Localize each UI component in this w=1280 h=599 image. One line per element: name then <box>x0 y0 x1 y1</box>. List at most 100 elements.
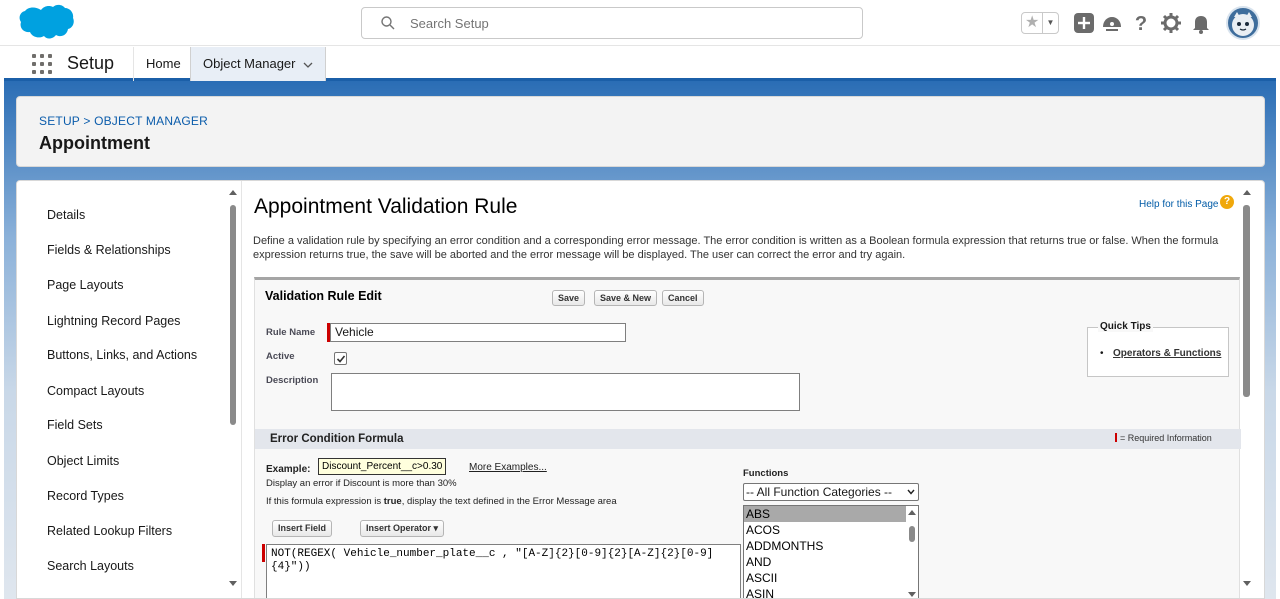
formula-editor[interactable]: NOT(REGEX( Vehicle_number_plate__c , "[A… <box>266 544 741 598</box>
quick-tips-title: Quick Tips <box>1098 321 1153 332</box>
checkmark-icon <box>336 355 346 363</box>
sidebar-scroll-thumb[interactable] <box>230 205 236 425</box>
functions-list[interactable]: ABS ACOS ADDMONTHS AND ASCII ASIN <box>743 505 919 598</box>
page-title: Appointment <box>39 133 150 153</box>
sidebar-item-object-limits[interactable]: Object Limits <box>47 454 119 468</box>
function-item[interactable]: AND <box>744 554 918 570</box>
sidebar-item-details[interactable]: Details <box>47 208 85 222</box>
gear-icon[interactable] <box>1159 11 1183 35</box>
sidebar-item-lightning-record-pages[interactable]: Lightning Record Pages <box>47 314 180 328</box>
function-item[interactable]: ABS <box>744 506 918 522</box>
rule-name-input[interactable]: Vehicle <box>330 323 626 342</box>
sidebar-item-compact-layouts[interactable]: Compact Layouts <box>47 384 144 398</box>
tab-object-manager-label: Object Manager <box>203 56 296 71</box>
cancel-button[interactable]: Cancel <box>662 290 704 306</box>
svg-text:?: ? <box>1135 13 1147 35</box>
salesforce-logo[interactable] <box>18 4 74 42</box>
chevron-down-icon[interactable] <box>303 60 313 70</box>
favorites-dropdown-icon[interactable]: ▼ <box>1042 13 1058 33</box>
insert-field-button[interactable]: Insert Field <box>272 520 333 537</box>
rule-description-text: Define a validation rule by specifying a… <box>253 235 1219 261</box>
functions-scroll-down-icon[interactable] <box>908 592 916 597</box>
functions-scroll-thumb[interactable] <box>909 526 915 542</box>
main-scroll-up-icon[interactable] <box>1243 190 1251 195</box>
example-code: Discount_Percent__c>0.30 <box>318 458 447 475</box>
help-for-page-link[interactable]: Help for this Page <box>1139 199 1219 210</box>
sidebar-item-related-lookup-filters[interactable]: Related Lookup Filters <box>47 524 172 538</box>
insert-operator-button[interactable]: Insert Operator ▾ <box>360 520 445 537</box>
error-condition-section-header: Error Condition Formula = Required Infor… <box>255 429 1241 449</box>
star-icon: ★ <box>1025 14 1040 31</box>
operators-functions-link[interactable]: Operators & Functions <box>1113 348 1221 359</box>
formula-hint-pre: If this formula expression is <box>266 496 384 507</box>
search-icon <box>381 16 395 30</box>
description-textarea[interactable] <box>331 373 800 411</box>
object-manager-body: Details Fields & Relationships Page Layo… <box>16 180 1265 599</box>
quick-tips-box: Quick Tips • Operators & Functions <box>1087 321 1229 377</box>
save-button[interactable]: Save <box>552 290 586 306</box>
functions-scrollbar[interactable] <box>906 506 918 598</box>
formula-hint: If this formula expression is true, disp… <box>266 496 617 507</box>
required-info: = Required Information <box>1115 433 1212 443</box>
sidebar-item-field-sets[interactable]: Field Sets <box>47 418 103 432</box>
functions-label: Functions <box>743 468 789 479</box>
notification-bell-icon[interactable] <box>1189 11 1213 35</box>
more-examples-link[interactable]: More Examples... <box>469 462 547 473</box>
sidebar-item-page-layouts[interactable]: Page Layouts <box>47 278 123 292</box>
validation-rule-edit-block: Validation Rule Edit Save Save & New Can… <box>254 277 1241 598</box>
function-item[interactable]: ASCII <box>744 570 918 586</box>
content-title: Appointment Validation Rule <box>254 195 518 218</box>
avatar-astro-icon <box>1232 12 1254 36</box>
main-scroll-thumb[interactable] <box>1243 205 1250 397</box>
global-header: ★ ▼ ? <box>0 0 1280 46</box>
function-category-value: -- All Function Categories -- <box>746 485 893 499</box>
search-input[interactable] <box>410 13 840 33</box>
chevron-down-icon <box>907 489 915 495</box>
sidebar-item-search-layouts[interactable]: Search Layouts <box>47 559 134 573</box>
page-header: SETUP > OBJECT MANAGER Appointment <box>16 96 1265 167</box>
search-box[interactable] <box>361 7 863 39</box>
sidebar-item-buttons-links-actions[interactable]: Buttons, Links, and Actions <box>47 348 197 362</box>
trailhead-icon[interactable] <box>1100 11 1124 35</box>
active-label: Active <box>266 351 295 362</box>
sidebar-item-record-types[interactable]: Record Types <box>47 489 124 503</box>
help-icon[interactable]: ? <box>1129 11 1153 35</box>
active-checkbox[interactable] <box>334 352 347 365</box>
function-item[interactable]: ADDMONTHS <box>744 538 918 554</box>
sidebar-scroll-down-icon[interactable] <box>229 581 237 586</box>
insert-operator-label: Insert Operator <box>366 523 432 533</box>
functions-scroll-up-icon[interactable] <box>908 510 916 515</box>
caret-down-icon: ▾ <box>433 523 439 533</box>
context-bar: Setup Home Object Manager <box>4 47 1276 81</box>
required-marker-icon <box>1115 433 1117 442</box>
bullet-icon: • <box>1100 348 1104 359</box>
sidebar-item-fields-relationships[interactable]: Fields & Relationships <box>47 243 171 257</box>
edit-section-title: Validation Rule Edit <box>265 289 382 303</box>
user-avatar[interactable] <box>1226 6 1260 40</box>
help-question-icon[interactable]: ? <box>1220 195 1234 209</box>
function-item[interactable]: ASIN <box>744 586 918 598</box>
sidebar-scroll-up-icon[interactable] <box>229 190 237 195</box>
function-item[interactable]: ACOS <box>744 522 918 538</box>
breadcrumb[interactable]: SETUP > OBJECT MANAGER <box>39 114 208 128</box>
tab-object-manager[interactable]: Object Manager <box>190 47 326 81</box>
global-actions-icon[interactable] <box>1072 11 1096 35</box>
app-name: Setup <box>67 53 115 73</box>
save-new-button[interactable]: Save & New <box>594 290 658 306</box>
formula-required-marker <box>262 544 265 562</box>
rule-name-label: Rule Name <box>266 327 316 338</box>
description-label: Description <box>266 375 319 386</box>
function-category-select[interactable]: -- All Function Categories -- <box>743 483 919 501</box>
tab-home[interactable]: Home <box>133 47 193 81</box>
formula-hint-post: , display the text defined in the Error … <box>401 496 617 507</box>
example-hint: Display an error if Discount is more tha… <box>266 478 457 489</box>
favorites-button[interactable]: ★ ▼ <box>1021 12 1059 34</box>
required-info-text: = Required Information <box>1120 433 1212 443</box>
app-launcher-icon[interactable] <box>32 54 52 74</box>
main-content: Appointment Validation Rule Help for thi… <box>241 181 1264 598</box>
main-scroll-down-icon[interactable] <box>1243 581 1251 586</box>
formula-hint-bold: true <box>383 496 402 507</box>
example-label: Example: <box>266 464 311 475</box>
error-condition-title: Error Condition Formula <box>270 433 404 445</box>
object-sidebar: Details Fields & Relationships Page Layo… <box>17 181 241 598</box>
